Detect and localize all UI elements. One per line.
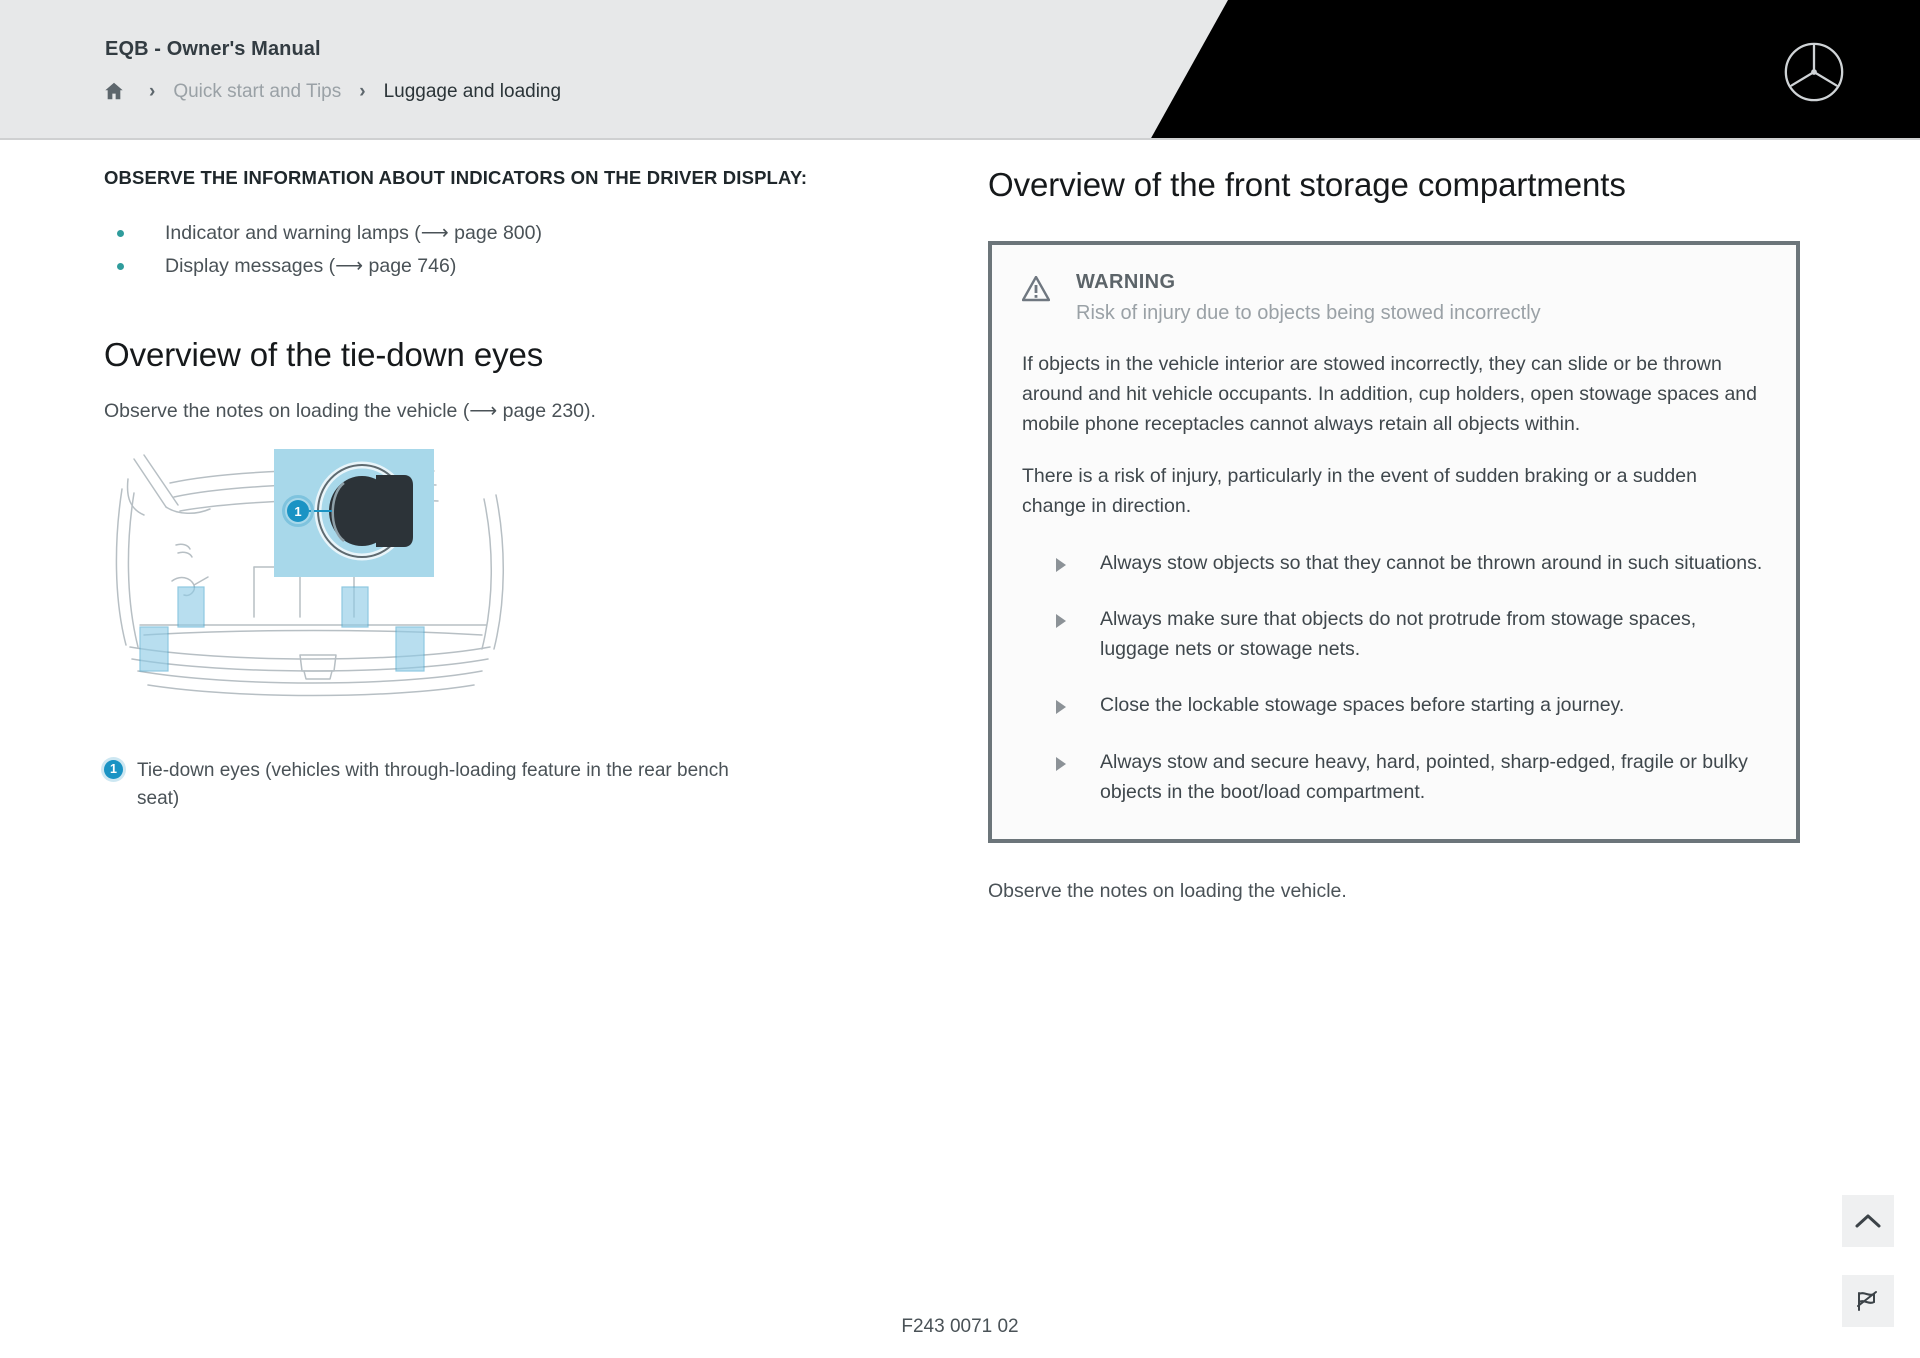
home-icon[interactable] bbox=[103, 80, 125, 102]
document-title: EQB - Owner's Manual bbox=[105, 38, 321, 60]
tie-down-eyes-lead: Observe the notes on loading the vehicle… bbox=[104, 400, 596, 423]
list-item: Display messages (⟶ page 746) bbox=[104, 250, 904, 283]
list-item: Indicator and warning lamps (⟶ page 800) bbox=[104, 217, 904, 250]
breadcrumb-separator-1: › bbox=[149, 80, 156, 102]
warning-box: WARNING Risk of injury due to objects be… bbox=[988, 240, 1800, 843]
figure-caption-text: Tie-down eyes (vehicles with through-loa… bbox=[137, 759, 729, 810]
loading-notes-text: Observe the notes on loading the vehicle… bbox=[988, 880, 1347, 902]
mercedes-benz-star-logo bbox=[1782, 40, 1846, 104]
driver-display-kicker: OBSERVE THE INFORMATION ABOUT INDICATORS… bbox=[104, 167, 808, 188]
page-header: EQB - Owner's Manual › Quick start and T… bbox=[0, 0, 1920, 140]
warning-header: WARNING Risk of injury due to objects be… bbox=[1021, 270, 1766, 327]
list-item: Always make sure that objects do not pro… bbox=[1022, 604, 1766, 664]
warning-paragraph: If objects in the vehicle interior are s… bbox=[1022, 352, 1758, 436]
vehicle-rear-tie-down-eyes-illustration: 1 bbox=[104, 448, 524, 727]
front-storage-compartments-heading: Overview of the front storage compartmen… bbox=[988, 166, 1626, 203]
bullet-dot-icon bbox=[117, 263, 124, 271]
list-item-label: Always stow objects so that they cannot … bbox=[1100, 551, 1763, 574]
triangle-bullet-icon bbox=[1056, 756, 1066, 771]
list-item: Always stow and secure heavy, hard, poin… bbox=[1022, 747, 1766, 807]
manual-page: EQB - Owner's Manual › Quick start and T… bbox=[0, 0, 1920, 1358]
list-item-label: Indicator and warning lamps (⟶ page 800) bbox=[165, 222, 542, 245]
figure-caption: 1 Tie-down eyes (vehicles with through-l… bbox=[104, 757, 744, 814]
warning-action-list: Always stow objects so that they cannot … bbox=[1022, 548, 1766, 807]
breadcrumb-item-quick-start[interactable]: Quick start and Tips bbox=[173, 82, 341, 101]
list-item: Close the lockable stowage spaces before… bbox=[1022, 690, 1766, 720]
triangle-bullet-icon bbox=[1056, 613, 1066, 628]
driver-display-bullet-list: Indicator and warning lamps (⟶ page 800)… bbox=[104, 217, 904, 283]
scroll-to-top-button[interactable] bbox=[1842, 1195, 1894, 1247]
figure-id-footer: F243 0071 02 bbox=[901, 1316, 1019, 1337]
right-column: Overview of the front storage compartmen… bbox=[988, 165, 1800, 906]
breadcrumb: › Quick start and Tips › Luggage and loa… bbox=[103, 80, 561, 102]
tie-down-eye-detail-inset: 1 bbox=[274, 448, 434, 577]
warning-paragraph: There is a risk of injury, particularly … bbox=[1022, 465, 1697, 518]
triangle-bullet-icon bbox=[1056, 700, 1066, 715]
list-item: Always stow objects so that they cannot … bbox=[1022, 548, 1766, 578]
warning-triangle-icon bbox=[1021, 275, 1051, 307]
breadcrumb-item-luggage-and-loading[interactable]: Luggage and loading bbox=[384, 82, 562, 101]
list-item-label: Always make sure that objects do not pro… bbox=[1100, 607, 1697, 661]
triangle-bullet-icon bbox=[1056, 557, 1066, 572]
list-item-label: Display messages (⟶ page 746) bbox=[165, 255, 457, 278]
warning-title: WARNING bbox=[1076, 270, 1176, 293]
list-item-label: Close the lockable stowage spaces before… bbox=[1100, 694, 1625, 717]
tie-down-eyes-heading: Overview of the tie-down eyes bbox=[104, 335, 544, 373]
warning-subtitle: Risk of injury due to objects being stow… bbox=[1076, 301, 1541, 324]
callout-number-1: 1 bbox=[294, 504, 301, 519]
left-column: OBSERVE THE INFORMATION ABOUT INDICATORS… bbox=[104, 165, 904, 814]
breadcrumb-separator-2: › bbox=[359, 80, 366, 102]
list-item-label: Always stow and secure heavy, hard, poin… bbox=[1100, 750, 1748, 803]
header-divider bbox=[0, 138, 1920, 140]
callout-badge-1: 1 bbox=[104, 759, 123, 779]
bullet-dot-icon bbox=[117, 230, 124, 238]
